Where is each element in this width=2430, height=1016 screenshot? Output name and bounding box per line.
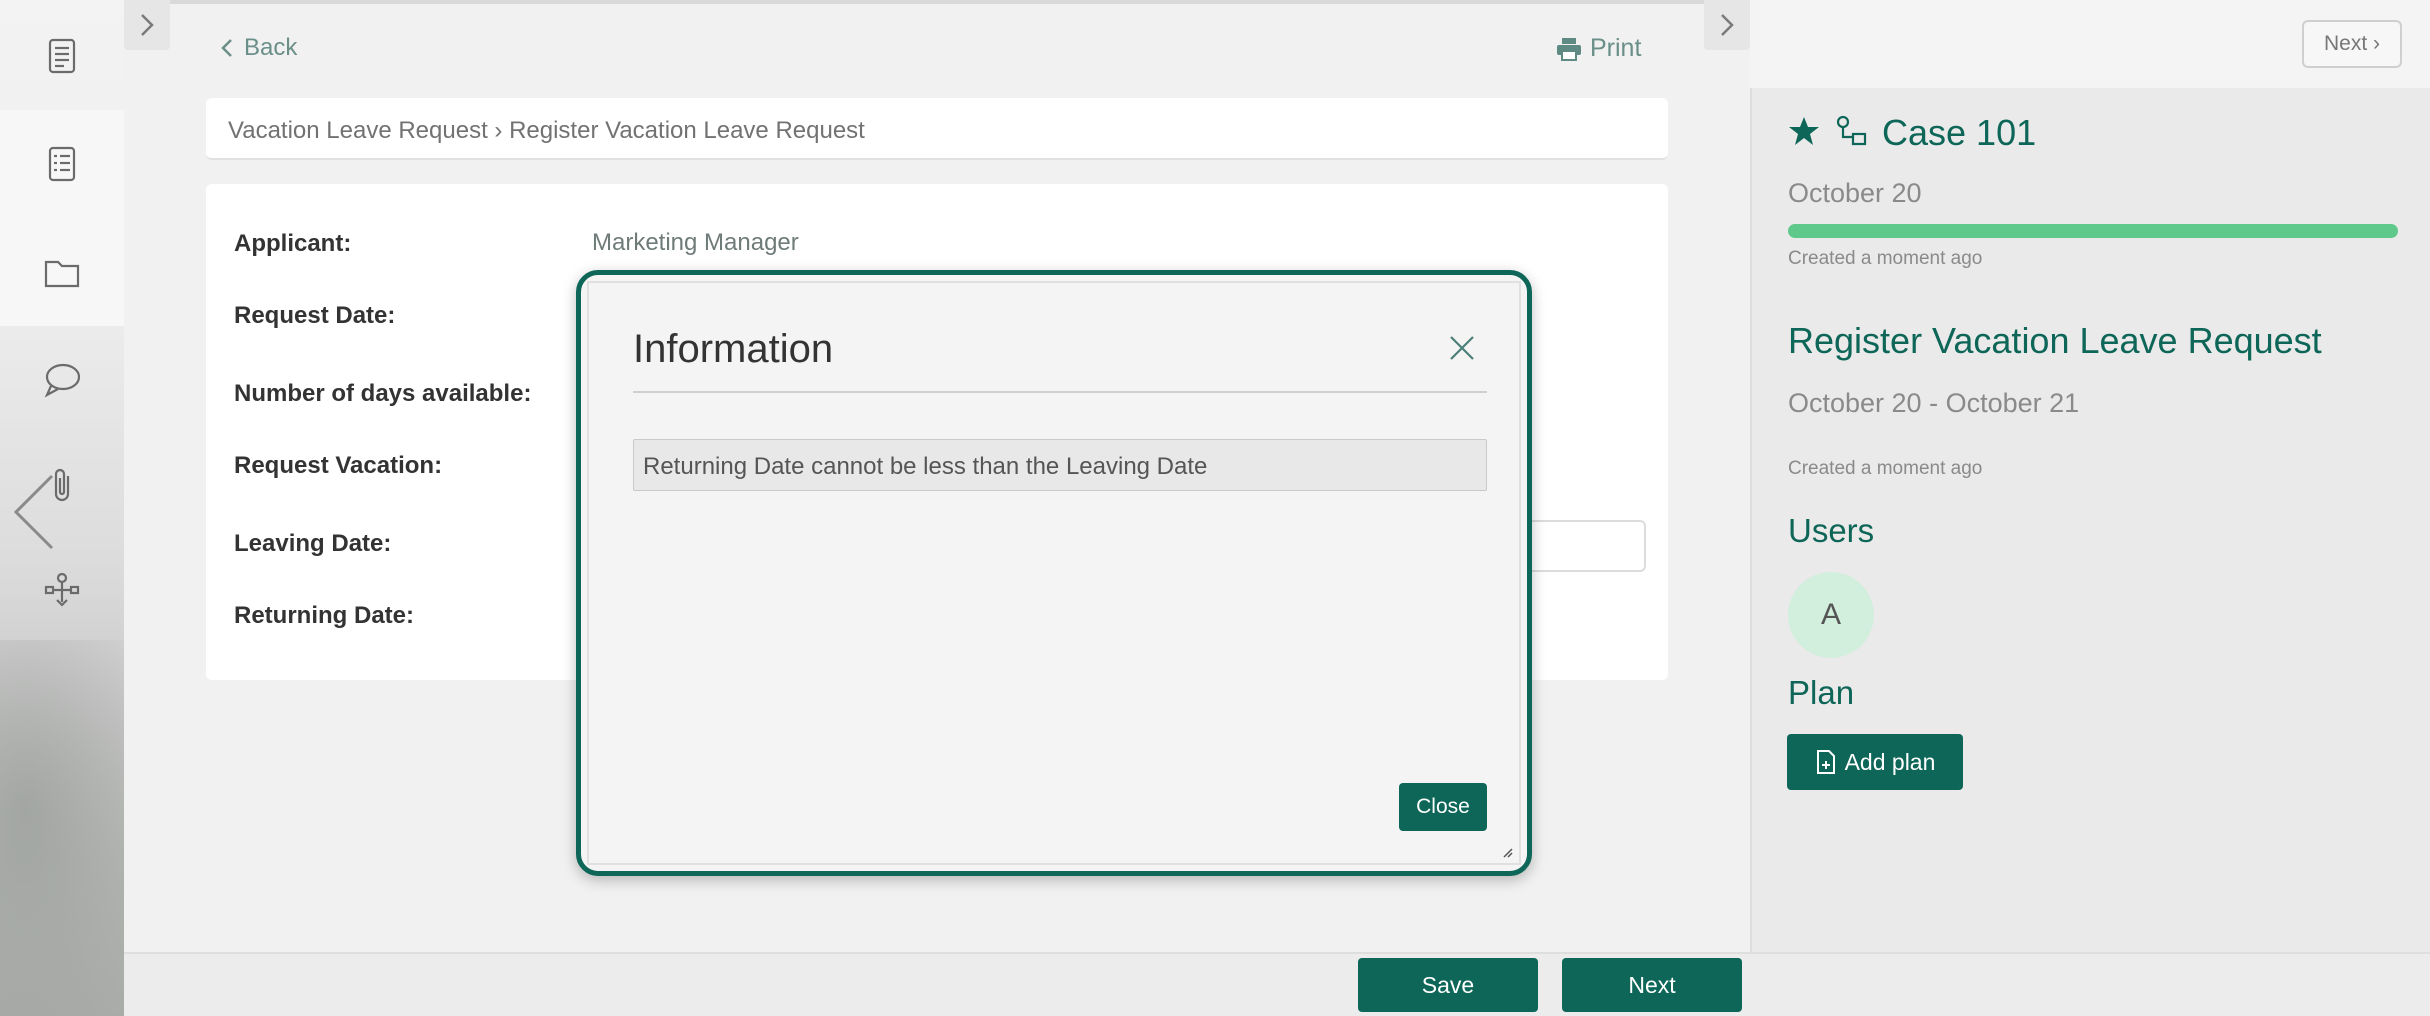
collapse-right-panel-button[interactable] <box>1704 0 1750 50</box>
leaving-date-label: Leaving Date: <box>234 530 392 557</box>
task-dates: October 20 - October 21 <box>1788 388 2080 418</box>
next-button[interactable]: Next <box>1562 958 1742 1012</box>
chevron-left-icon <box>221 39 232 57</box>
avatar[interactable]: A <box>1788 572 1874 658</box>
left-rail <box>0 0 124 1016</box>
case-header: Case 101 <box>1788 112 2036 154</box>
expand-left-panel-button[interactable] <box>124 0 170 50</box>
close-button[interactable]: Close <box>1399 783 1487 831</box>
users-heading: Users <box>1788 512 1875 549</box>
footer-bar <box>124 952 2430 1016</box>
chevron-right-icon <box>1721 14 1734 36</box>
days-available-label: Number of days available: <box>234 380 532 407</box>
returning-date-label: Returning Date: <box>234 602 414 629</box>
back-link[interactable]: Back <box>220 34 297 62</box>
task-created-time: Created a moment ago <box>1788 458 1983 479</box>
collapse-arrow-icon[interactable] <box>10 472 60 552</box>
applicant-value: Marketing Manager <box>592 229 799 256</box>
plan-heading: Plan <box>1788 674 1855 711</box>
information-dialog: Information Returning Date cannot be les… <box>576 270 1532 876</box>
folder-icon[interactable] <box>38 248 86 296</box>
print-link[interactable]: Print <box>1556 34 1641 63</box>
case-progress-bar <box>1788 224 2398 238</box>
resize-grip-icon[interactable] <box>1501 845 1513 858</box>
add-plan-button[interactable]: Add plan <box>1787 734 1963 790</box>
task-title[interactable]: Register Vacation Leave Request <box>1788 320 2322 362</box>
chevron-right-icon <box>141 14 154 36</box>
save-button[interactable]: Save <box>1358 958 1538 1012</box>
add-file-icon <box>1816 750 1835 774</box>
dialog-title: Information <box>633 327 834 371</box>
dialog-divider <box>633 391 1487 393</box>
request-date-label: Request Date: <box>234 302 396 329</box>
document-icon[interactable] <box>38 32 86 80</box>
applicant-label: Applicant: <box>234 230 352 257</box>
top-divider <box>170 0 1750 4</box>
rail-background-scenery <box>0 640 124 1016</box>
chat-bubble-icon[interactable] <box>38 356 86 404</box>
process-flow-icon <box>1834 114 1868 153</box>
case-created-time: Created a moment ago <box>1788 248 1983 269</box>
case-title: Case 101 <box>1882 112 2037 153</box>
star-icon[interactable] <box>1788 115 1820 152</box>
process-map-icon[interactable] <box>38 566 86 614</box>
close-icon[interactable] <box>1447 333 1477 363</box>
breadcrumb: Vacation Leave Request › Register Vacati… <box>206 98 1668 160</box>
list-document-icon[interactable] <box>38 140 86 188</box>
print-label: Print <box>1590 34 1642 62</box>
dialog-body: Information Returning Date cannot be les… <box>587 281 1521 865</box>
dialog-message: Returning Date cannot be less than the L… <box>633 439 1487 491</box>
printer-icon <box>1557 37 1581 61</box>
next-case-button[interactable]: Next › <box>2302 20 2402 68</box>
request-vacation-label: Request Vacation: <box>234 452 443 479</box>
add-plan-label: Add plan <box>1844 748 1936 775</box>
back-label: Back <box>244 34 298 61</box>
case-date: October 20 <box>1788 178 1922 208</box>
